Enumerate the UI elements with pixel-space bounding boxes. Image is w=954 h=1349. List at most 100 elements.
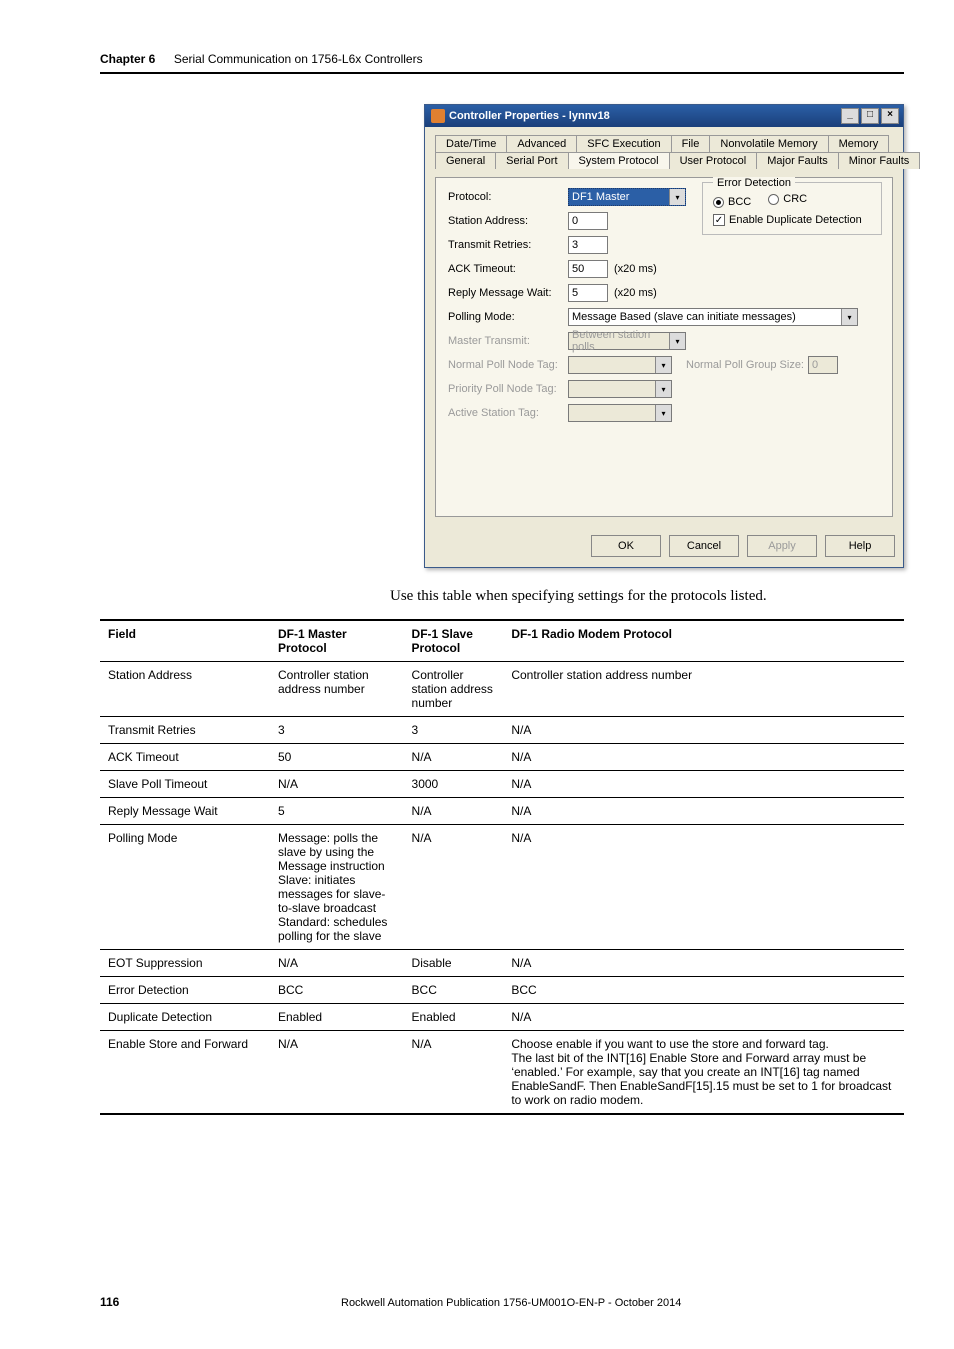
error-detection-legend: Error Detection xyxy=(713,177,795,189)
field-name-cell: Error Detection xyxy=(100,977,270,1004)
dialog-titlebar[interactable]: Controller Properties - lynnv18 _ □ × xyxy=(425,105,903,127)
tab-minor-faults[interactable]: Minor Faults xyxy=(838,152,921,169)
station-address-input[interactable] xyxy=(568,212,608,230)
table-row: EOT SuppressionN/ADisableN/A xyxy=(100,950,904,977)
field-name-cell: EOT Suppression xyxy=(100,950,270,977)
radio-crc[interactable]: CRC xyxy=(768,193,807,205)
close-button[interactable]: × xyxy=(881,108,899,124)
tab-nonvolatile-memory[interactable]: Nonvolatile Memory xyxy=(709,135,828,152)
table-cell: Controller station address number xyxy=(503,662,904,717)
table-cell: BCC xyxy=(270,977,404,1004)
ack-timeout-suffix: (x20 ms) xyxy=(614,263,657,275)
field-name-cell: ACK Timeout xyxy=(100,744,270,771)
ack-timeout-input[interactable] xyxy=(568,260,608,278)
radio-bcc-label: BCC xyxy=(728,196,751,208)
field-name-cell: Duplicate Detection xyxy=(100,1004,270,1031)
table-row: Station AddressController station addres… xyxy=(100,662,904,717)
radio-crc-label: CRC xyxy=(783,193,807,205)
station-address-label: Station Address: xyxy=(448,215,568,227)
transmit-retries-label: Transmit Retries: xyxy=(448,239,568,251)
table-cell: N/A xyxy=(270,1031,404,1115)
normal-poll-group-label: Normal Poll Group Size: xyxy=(686,359,804,371)
table-cell: N/A xyxy=(404,1031,504,1115)
table-cell: N/A xyxy=(270,950,404,977)
tab-serial-port[interactable]: Serial Port xyxy=(495,152,568,169)
table-cell: N/A xyxy=(270,771,404,798)
table-cell: 3 xyxy=(404,717,504,744)
tab-sfc-execution[interactable]: SFC Execution xyxy=(576,135,671,152)
dialog-button-row: OK Cancel Apply Help xyxy=(425,527,903,567)
field-name-cell: Transmit Retries xyxy=(100,717,270,744)
table-cell: N/A xyxy=(503,950,904,977)
field-name-cell: Station Address xyxy=(100,662,270,717)
intro-paragraph: Use this table when specifying settings … xyxy=(390,588,904,605)
app-icon xyxy=(431,109,445,123)
tab-memory[interactable]: Memory xyxy=(828,135,890,152)
table-row: Duplicate DetectionEnabledEnabledN/A xyxy=(100,1004,904,1031)
field-name-cell: Enable Store and Forward xyxy=(100,1031,270,1115)
tab-date-time[interactable]: Date/Time xyxy=(435,135,507,152)
enable-dup-checkbox[interactable]: ✓ xyxy=(713,214,725,226)
table-cell: 50 xyxy=(270,744,404,771)
table-row: ACK Timeout50N/AN/A xyxy=(100,744,904,771)
table-header: Field xyxy=(100,620,270,662)
table-cell: N/A xyxy=(404,798,504,825)
error-detection-group: Error Detection BCC CRC xyxy=(702,182,882,235)
table-row: Reply Message Wait5N/AN/A xyxy=(100,798,904,825)
tab-file[interactable]: File xyxy=(671,135,711,152)
transmit-retries-input[interactable] xyxy=(568,236,608,254)
page-number: 116 xyxy=(100,1295,119,1309)
help-button[interactable]: Help xyxy=(825,535,895,557)
tab-advanced[interactable]: Advanced xyxy=(506,135,577,152)
tab-strip: Date/TimeAdvancedSFC ExecutionFileNonvol… xyxy=(435,135,893,169)
table-cell: Controller station address number xyxy=(270,662,404,717)
page-footer: 116 Rockwell Automation Publication 1756… xyxy=(100,1295,904,1309)
polling-mode-label: Polling Mode: xyxy=(448,311,568,323)
table-cell: N/A xyxy=(404,744,504,771)
table-cell: 3 xyxy=(270,717,404,744)
protocol-label: Protocol: xyxy=(448,191,568,203)
table-header: DF-1 Radio Modem Protocol xyxy=(503,620,904,662)
tab-general[interactable]: General xyxy=(435,152,496,169)
protocol-select[interactable]: DF1 Master▾ xyxy=(568,188,686,206)
tab-major-faults[interactable]: Major Faults xyxy=(756,152,839,169)
table-cell: N/A xyxy=(503,717,904,744)
controller-properties-dialog: Controller Properties - lynnv18 _ □ × Da… xyxy=(424,104,904,568)
cancel-button[interactable]: Cancel xyxy=(669,535,739,557)
priority-poll-node-label: Priority Poll Node Tag: xyxy=(448,383,568,395)
table-cell: N/A xyxy=(503,798,904,825)
table-cell: N/A xyxy=(503,771,904,798)
table-cell: N/A xyxy=(404,825,504,950)
table-cell: Enabled xyxy=(404,1004,504,1031)
active-station-label: Active Station Tag: xyxy=(448,407,568,419)
ack-timeout-label: ACK Timeout: xyxy=(448,263,568,275)
ok-button[interactable]: OK xyxy=(591,535,661,557)
tab-user-protocol[interactable]: User Protocol xyxy=(669,152,758,169)
table-row: Transmit Retries33N/A xyxy=(100,717,904,744)
table-cell: N/A xyxy=(503,825,904,950)
table-cell: BCC xyxy=(503,977,904,1004)
table-cell: Controller station address number xyxy=(404,662,504,717)
table-cell: Message: polls the slave by using the Me… xyxy=(270,825,404,950)
chapter-label: Chapter 6 xyxy=(100,52,155,66)
polling-mode-select[interactable]: Message Based (slave can initiate messag… xyxy=(568,308,858,326)
field-name-cell: Polling Mode xyxy=(100,825,270,950)
normal-poll-group-input xyxy=(808,356,838,374)
maximize-button[interactable]: □ xyxy=(861,108,879,124)
publication-id: Rockwell Automation Publication 1756-UM0… xyxy=(341,1297,681,1309)
tab-system-protocol[interactable]: System Protocol xyxy=(568,152,670,169)
radio-bcc[interactable]: BCC xyxy=(713,196,751,208)
field-name-cell: Slave Poll Timeout xyxy=(100,771,270,798)
table-cell: BCC xyxy=(404,977,504,1004)
table-cell: N/A xyxy=(503,1004,904,1031)
dialog-title: Controller Properties - lynnv18 xyxy=(449,110,841,122)
table-row: Error DetectionBCCBCCBCC xyxy=(100,977,904,1004)
field-name-cell: Reply Message Wait xyxy=(100,798,270,825)
reply-wait-input[interactable] xyxy=(568,284,608,302)
reply-wait-suffix: (x20 ms) xyxy=(614,287,657,299)
table-row: Enable Store and ForwardN/AN/AChoose ena… xyxy=(100,1031,904,1115)
minimize-button[interactable]: _ xyxy=(841,108,859,124)
active-station-select: ▾ xyxy=(568,404,672,422)
table-row: Polling ModeMessage: polls the slave by … xyxy=(100,825,904,950)
master-transmit-select: Between station polls▾ xyxy=(568,332,686,350)
